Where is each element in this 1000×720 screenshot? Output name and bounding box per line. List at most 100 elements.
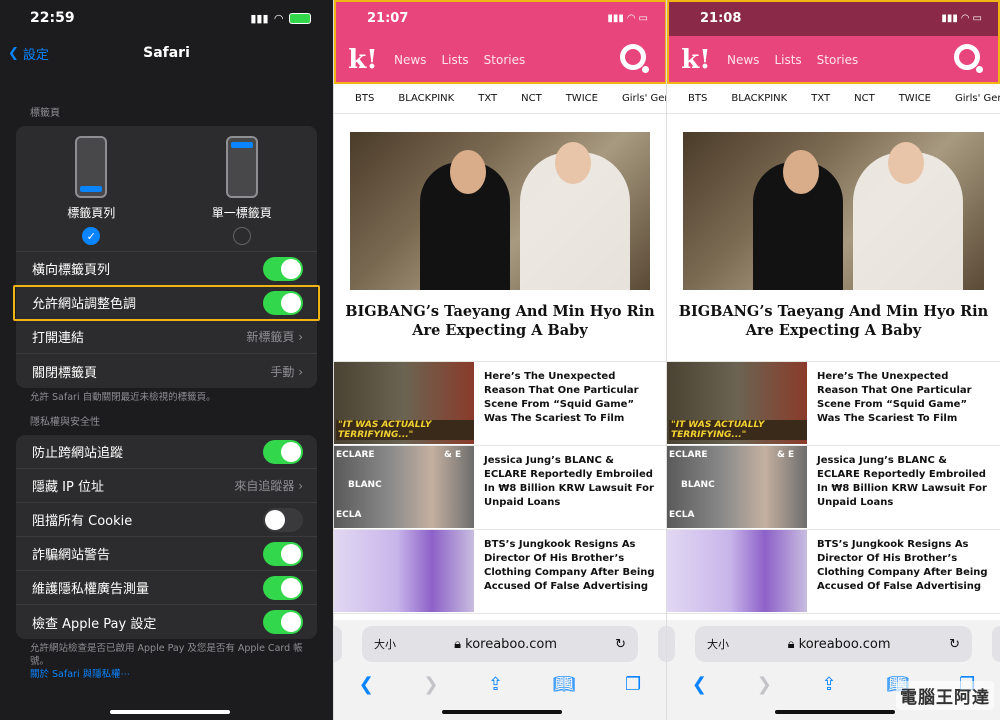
koreaboo-logo[interactable]: k! [348, 45, 378, 75]
tabs-footnote: 允許 Safari 自動關閉最近未檢視的標籤頁。 [30, 392, 216, 403]
phone-preview-icon [225, 136, 258, 198]
koreaboo-logo[interactable]: k! [681, 45, 711, 75]
article-item[interactable]: ECLARE BLANC ECLA & E Jessica Jung’s BLA… [334, 446, 666, 530]
share-icon[interactable]: ⇪ [822, 674, 837, 695]
row-apple-pay: 檢查 Apple Pay 設定 [16, 605, 317, 639]
signal-icon: ▮▮▮ [250, 11, 269, 25]
back-button[interactable]: ❮ 設定 [8, 44, 49, 63]
category-link[interactable]: TXT [478, 93, 497, 104]
hero-image[interactable] [350, 132, 650, 290]
tab-option-tab-bar[interactable]: 標籤頁列 ✓ [31, 136, 151, 251]
back-icon[interactable]: ❮ [359, 674, 374, 695]
hero-headline[interactable]: BIGBANG’s Taeyang And Min Hyo Rin Are Ex… [334, 290, 666, 350]
category-link[interactable]: Girls' Genera [622, 93, 666, 104]
reload-icon[interactable]: ↻ [615, 637, 626, 652]
row-hide-ip[interactable]: 隱藏 IP 位址 來自追蹤器 › [16, 469, 317, 503]
radio-empty-icon[interactable] [232, 227, 251, 245]
toggle-switch[interactable] [263, 439, 303, 464]
home-indicator [110, 710, 230, 714]
tab-option-label: 單一標籤頁 [211, 206, 272, 220]
text-size-button[interactable]: 大小 [707, 636, 729, 652]
category-link[interactable]: NCT [854, 93, 875, 104]
tab-option-single-tab[interactable]: 單一標籤頁 [182, 136, 302, 251]
back-icon[interactable]: ❮ [692, 674, 707, 695]
text-size-button[interactable]: 大小 [374, 636, 396, 652]
status-time: 21:07 [367, 10, 409, 26]
row-value: 手動 › [270, 364, 303, 379]
row-label: 檢查 Apple Pay 設定 [32, 616, 157, 632]
reload-icon[interactable]: ↻ [949, 637, 960, 652]
nav-link-stories[interactable]: Stories [817, 53, 859, 67]
site-header: 21:08 ▮▮▮ ◠ ▭ k! News Lists Stories [667, 0, 1000, 84]
toggle-switch[interactable] [263, 256, 303, 281]
row-label: 關閉標籤頁 [32, 365, 98, 381]
category-link[interactable]: TWICE [566, 93, 598, 104]
toggle-switch[interactable] [263, 541, 303, 566]
row-label: 詐騙網站警告 [32, 548, 111, 563]
toggle-switch[interactable] [263, 575, 303, 600]
lock-icon: 🔒︎ [787, 636, 795, 652]
article-title: BTS’s Jungkook Resigns As Director Of Hi… [484, 539, 655, 592]
category-link[interactable]: Girls' Genera [955, 93, 1000, 104]
toggle-switch[interactable] [263, 507, 303, 532]
row-fraud-warning: 詐騙網站警告 [16, 537, 317, 571]
article-item[interactable]: BTS’s Jungkook Resigns As Director Of Hi… [667, 530, 1000, 614]
search-icon[interactable] [954, 44, 983, 73]
forward-icon[interactable]: ❯ [423, 674, 438, 695]
site-header: 21:07 ▮▮▮ ◠ ▭ k! News Lists Stories [334, 0, 666, 84]
forward-icon[interactable]: ❯ [757, 674, 772, 695]
row-value: 新標籤頁 › [246, 330, 303, 344]
category-link[interactable]: TWICE [899, 93, 931, 104]
nav-link-lists[interactable]: Lists [441, 53, 468, 67]
share-icon[interactable]: ⇪ [488, 674, 503, 695]
safari-toolbar: ❮ ❯ ⇪ 📖︎ ❐ [334, 664, 666, 704]
row-ad-measurement: 維護隱私權廣告測量 [16, 571, 317, 605]
phone-preview-icon [75, 136, 108, 198]
category-link[interactable]: BTS [688, 93, 707, 104]
nav-link-news[interactable]: News [727, 53, 759, 67]
home-indicator [442, 710, 562, 714]
row-label: 防止跨網站追蹤 [32, 446, 124, 461]
nav-link-lists[interactable]: Lists [774, 53, 801, 67]
site-nav: k! News Lists Stories [334, 36, 666, 84]
article-thumbnail: "IT WAS ACTUALLY TERRIFYING..." [334, 362, 474, 444]
tab-option-label: 標籤頁列 [67, 206, 116, 220]
row-block-cookies: 阻擋所有 Cookie [16, 503, 317, 537]
privacy-link[interactable]: 關於 Safari 與隱私權⋯ [30, 669, 130, 680]
browser-panel-right: 21:08 ▮▮▮ ◠ ▭ k! News Lists Stories BTS … [666, 0, 1000, 720]
category-link[interactable]: BLACKPINK [731, 93, 787, 104]
toggle-switch[interactable] [263, 610, 303, 634]
status-time: 22:59 [30, 10, 75, 26]
nav-link-news[interactable]: News [394, 53, 426, 67]
home-indicator [775, 710, 895, 714]
row-close-tabs[interactable]: 關閉標籤頁 手動 › [16, 354, 317, 388]
tabs-icon[interactable]: ❐ [625, 674, 641, 695]
article-item[interactable]: BTS’s Jungkook Resigns As Director Of Hi… [334, 530, 666, 614]
wifi-icon: ◠ [274, 11, 283, 25]
chevron-right-icon: › [298, 479, 303, 493]
article-title: BTS’s Jungkook Resigns As Director Of Hi… [817, 539, 988, 592]
article-title: Here’s The Unexpected Reason That One Pa… [817, 371, 972, 424]
search-icon[interactable] [620, 44, 649, 73]
nav-link-stories[interactable]: Stories [484, 53, 526, 67]
article-item[interactable]: "IT WAS ACTUALLY TERRIFYING..." Here’s T… [334, 362, 666, 446]
article-item[interactable]: "IT WAS ACTUALLY TERRIFYING..." Here’s T… [667, 362, 1000, 446]
bookmarks-icon[interactable]: 📖︎ [553, 674, 576, 695]
hero-headline[interactable]: BIGBANG’s Taeyang And Min Hyo Rin Are Ex… [667, 290, 1000, 350]
article-item[interactable]: ECLARE BLANC ECLA & E Jessica Jung’s BLA… [667, 446, 1000, 530]
category-bar: BTS BLACKPINK TXT NCT TWICE Girls' Gener… [667, 84, 1000, 114]
category-link[interactable]: BTS [355, 93, 374, 104]
category-link[interactable]: TXT [811, 93, 830, 104]
status-icons: ▮▮▮ ◠ ▭ [941, 12, 982, 24]
hero-image[interactable] [683, 132, 984, 290]
row-open-links[interactable]: 打開連結 新標籤頁 › [16, 320, 317, 354]
privacy-footnote: 允許網站檢查是否已啟用 Apple Pay 及您是否有 Apple Card 帳… [0, 639, 333, 684]
address-bar[interactable]: 大小 🔒︎ koreaboo.com ↻ [695, 626, 972, 662]
article-title: Here’s The Unexpected Reason That One Pa… [484, 371, 639, 424]
category-link[interactable]: BLACKPINK [398, 93, 454, 104]
checkmark-icon[interactable]: ✓ [82, 227, 101, 245]
address-bar[interactable]: 大小 🔒︎ koreaboo.com ↻ [362, 626, 638, 662]
settings-navbar: ❮ 設定 Safari [0, 36, 333, 70]
category-bar: BTS BLACKPINK TXT NCT TWICE Girls' Gener… [334, 84, 666, 114]
category-link[interactable]: NCT [521, 93, 542, 104]
